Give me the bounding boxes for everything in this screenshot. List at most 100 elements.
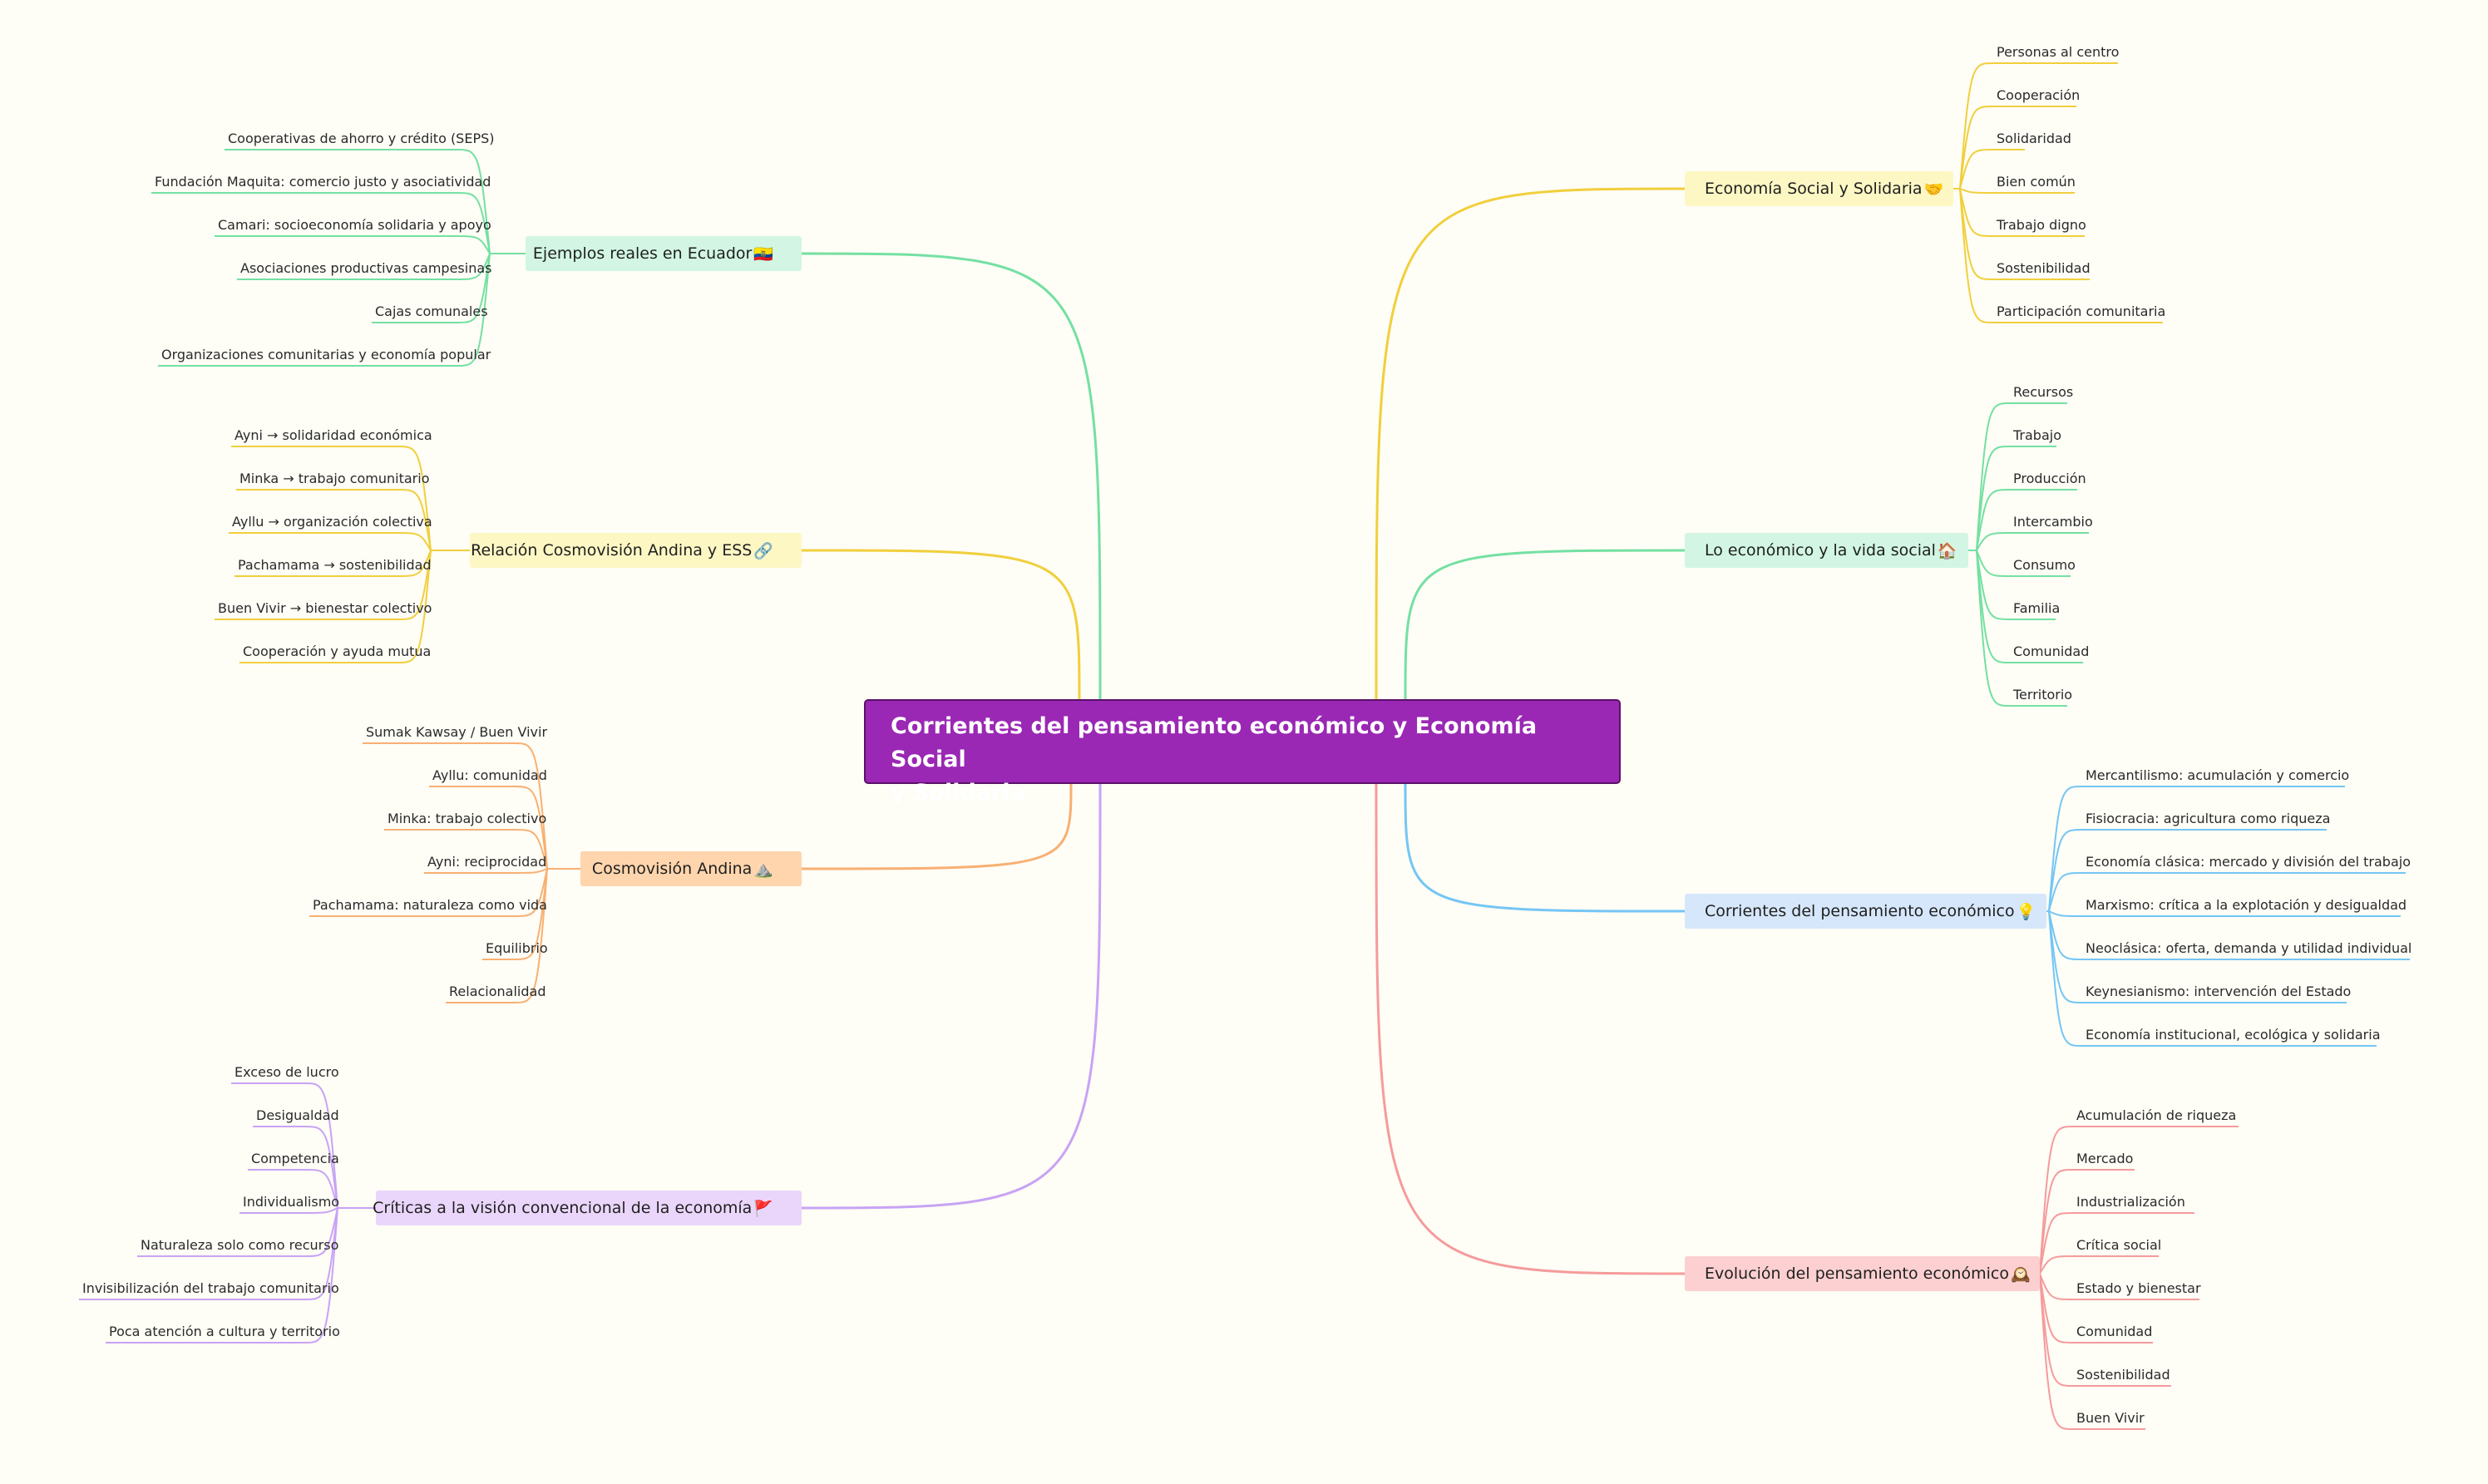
leaf-connector — [1976, 446, 2011, 551]
leaf-topic[interactable]: Exceso de lucro — [234, 1062, 339, 1083]
mindmap-canvas: Corrientes del pensamiento económico y E… — [0, 0, 2488, 1484]
leaf-connector — [2039, 1169, 2074, 1274]
leaf-connector — [1976, 550, 2011, 707]
leaf-topic[interactable]: Buen Vivir → bienestar colectivo — [218, 598, 432, 619]
leaf-topic[interactable]: Individualismo — [243, 1191, 339, 1213]
red-flag-icon: 🚩 — [753, 1199, 773, 1218]
branch-topic-label: Corrientes del pensamiento económico — [1705, 902, 2015, 920]
leaf-topic[interactable]: Acumulación de riqueza — [2076, 1105, 2258, 1127]
leaf-topic[interactable]: Sostenibilidad — [1997, 258, 2110, 279]
leaf-topic[interactable]: Ayni: reciprocidad — [427, 851, 546, 873]
leaf-topic[interactable]: Mercantilismo: acumulación y comercio — [2086, 765, 2365, 786]
leaf-connector — [397, 446, 432, 551]
leaf-topic[interactable]: Industrialización — [2076, 1191, 2214, 1213]
leaf-topic[interactable]: Recursos — [2013, 382, 2087, 403]
branch-topic[interactable]: Evolución del pensamiento económico 🕰️ — [1685, 1256, 2040, 1291]
leaf-topic[interactable]: Comunidad — [2013, 641, 2103, 663]
leaf-topic[interactable]: Fundación Maquita: comercio justo y asoc… — [155, 171, 491, 193]
leaf-topic[interactable]: Cooperación — [1997, 85, 2096, 106]
leaf-topic[interactable]: Buen Vivir — [2076, 1408, 2165, 1429]
branch-topic-label: Ejemplos reales en Ecuador — [532, 244, 753, 263]
leaf-topic[interactable]: Pachamama: naturaleza como vida — [313, 895, 547, 916]
leaf-topic[interactable]: Economía clásica: mercado y división del… — [2086, 851, 2426, 873]
leaf-topic[interactable]: Invisibilización del trabajo comunitario — [82, 1278, 339, 1299]
leaf-connector — [397, 532, 432, 551]
leaf-topic[interactable]: Sumak Kawsay / Buen Vivir — [366, 722, 547, 743]
branch-topic[interactable]: Economía Social y Solidaria 🤝 — [1685, 171, 1953, 206]
leaf-topic[interactable]: Competencia — [251, 1148, 339, 1170]
leaf-topic[interactable]: Fisiocracia: agricultura como riqueza — [2086, 808, 2347, 830]
leaf-topic[interactable]: Desigualdad — [256, 1105, 339, 1127]
leaf-topic[interactable]: Neoclásica: oferta, demanda y utilidad i… — [2086, 938, 2430, 959]
leaf-connector — [2048, 829, 2083, 912]
link-icon: 🔗 — [753, 541, 773, 560]
branch-topic[interactable]: Lo económico y la vida social 🏠 — [1685, 533, 1968, 568]
branch-topic-label: Economía Social y Solidaria — [1705, 180, 1923, 198]
leaf-topic[interactable]: Naturaleza solo como recurso — [141, 1235, 338, 1256]
leaf-topic[interactable]: Territorio — [2013, 684, 2087, 706]
branch-topic[interactable]: Corrientes del pensamiento económico 💡 — [1685, 894, 2046, 929]
leaf-topic[interactable]: Ayni → solidaridad económica — [234, 425, 432, 446]
root-topic[interactable]: Corrientes del pensamiento económico y E… — [864, 699, 1621, 806]
leaf-topic[interactable]: Poca atención a cultura y territorio — [109, 1321, 340, 1343]
leaf-connector — [1976, 550, 2011, 577]
leaf-topic[interactable]: Cooperación y ayuda mutua — [243, 641, 431, 663]
root-topic-line-2: y Solidaria — [891, 780, 1025, 806]
branch-topic-label: Cosmovisión Andina — [591, 860, 753, 878]
leaf-connector — [2039, 1273, 2074, 1300]
leaf-topic[interactable]: Producción — [2013, 468, 2097, 490]
leaf-topic[interactable]: Bien común — [1997, 171, 2095, 193]
leaf-connector — [456, 235, 491, 254]
leaf-topic[interactable]: Estado y bienestar — [2076, 1278, 2219, 1299]
handshake-icon: 🤝 — [1923, 180, 1944, 199]
leaf-topic[interactable]: Camari: socioeconomía solidaria y apoyo — [218, 214, 491, 236]
leaf-topic[interactable]: Minka: trabajo colectivo — [388, 808, 546, 830]
lightbulb-icon: 💡 — [2016, 902, 2036, 921]
leaf-topic[interactable]: Relacionalidad — [449, 981, 545, 1003]
leaf-topic[interactable]: Trabajo — [2013, 425, 2076, 446]
house-icon: 🏠 — [1937, 541, 1957, 560]
leaf-topic[interactable]: Cooperativas de ahorro y crédito (SEPS) — [228, 128, 495, 150]
leaf-topic[interactable]: Comunidad — [2076, 1321, 2173, 1343]
leaf-topic[interactable]: Trabajo digno — [1997, 214, 2105, 236]
leaf-topic[interactable]: Equilibrio — [486, 938, 548, 959]
leaf-connector — [1959, 188, 1994, 194]
branch-connector — [801, 252, 1102, 702]
branch-connector — [1375, 781, 1686, 1275]
leaf-connector — [1976, 532, 2011, 551]
leaf-topic[interactable]: Personas al centro — [1997, 42, 2138, 63]
branch-topic-label: Evolución del pensamiento económico — [1705, 1265, 2009, 1283]
leaf-topic[interactable]: Familia — [2013, 598, 2076, 619]
leaf-topic[interactable]: Marxismo: crítica a la explotación y des… — [2086, 895, 2421, 916]
leaf-connector — [2039, 1273, 2074, 1430]
leaf-topic[interactable]: Mercado — [2076, 1148, 2155, 1170]
leaf-topic[interactable]: Solidaridad — [1997, 128, 2071, 150]
leaf-connector — [1959, 106, 1994, 190]
leaf-connector — [456, 149, 491, 254]
branch-topic[interactable]: Relación Cosmovisión Andina y ESS 🔗 — [470, 533, 802, 568]
leaf-topic[interactable]: Participación comunitaria — [1997, 301, 2183, 323]
leaf-topic[interactable]: Economía institucional, ecológica y soli… — [2086, 1024, 2397, 1046]
root-topic-line-1: Corrientes del pensamiento económico y E… — [891, 713, 1538, 772]
leaf-topic[interactable]: Organizaciones comunitarias y economía p… — [161, 344, 491, 366]
branch-topic[interactable]: Ejemplos reales en Ecuador 🇪🇨 — [526, 236, 802, 271]
leaf-topic[interactable]: Minka → trabajo comunitario — [239, 468, 429, 490]
branch-topic[interactable]: Críticas a la visión convencional de la … — [373, 1191, 802, 1225]
branch-topic-label: Relación Cosmovisión Andina y ESS — [471, 541, 753, 560]
branch-connector — [801, 781, 1102, 1210]
branch-topic[interactable]: Cosmovisión Andina ⛰️ — [580, 851, 802, 886]
leaf-topic[interactable]: Ayllu → organización colectiva — [232, 511, 432, 533]
leaf-connector — [1976, 550, 2011, 663]
leaf-topic[interactable]: Asociaciones productivas campesinas — [240, 258, 491, 279]
leaf-topic[interactable]: Consumo — [2013, 555, 2091, 576]
leaf-topic[interactable]: Intercambio — [2013, 511, 2109, 533]
leaf-topic[interactable]: Ayllu: comunidad — [432, 765, 547, 786]
leaf-topic[interactable]: Sostenibilidad — [2076, 1364, 2191, 1386]
leaf-connector — [2039, 1273, 2074, 1387]
leaf-topic[interactable]: Cajas comunales — [375, 301, 488, 323]
leaf-connector — [2039, 1255, 2074, 1274]
leaf-topic[interactable]: Pachamama → sostenibilidad — [238, 555, 432, 576]
leaf-topic[interactable]: Keynesianismo: intervención del Estado — [2086, 981, 2367, 1003]
leaf-topic[interactable]: Crítica social — [2076, 1235, 2179, 1256]
branch-connector — [1404, 549, 1686, 702]
